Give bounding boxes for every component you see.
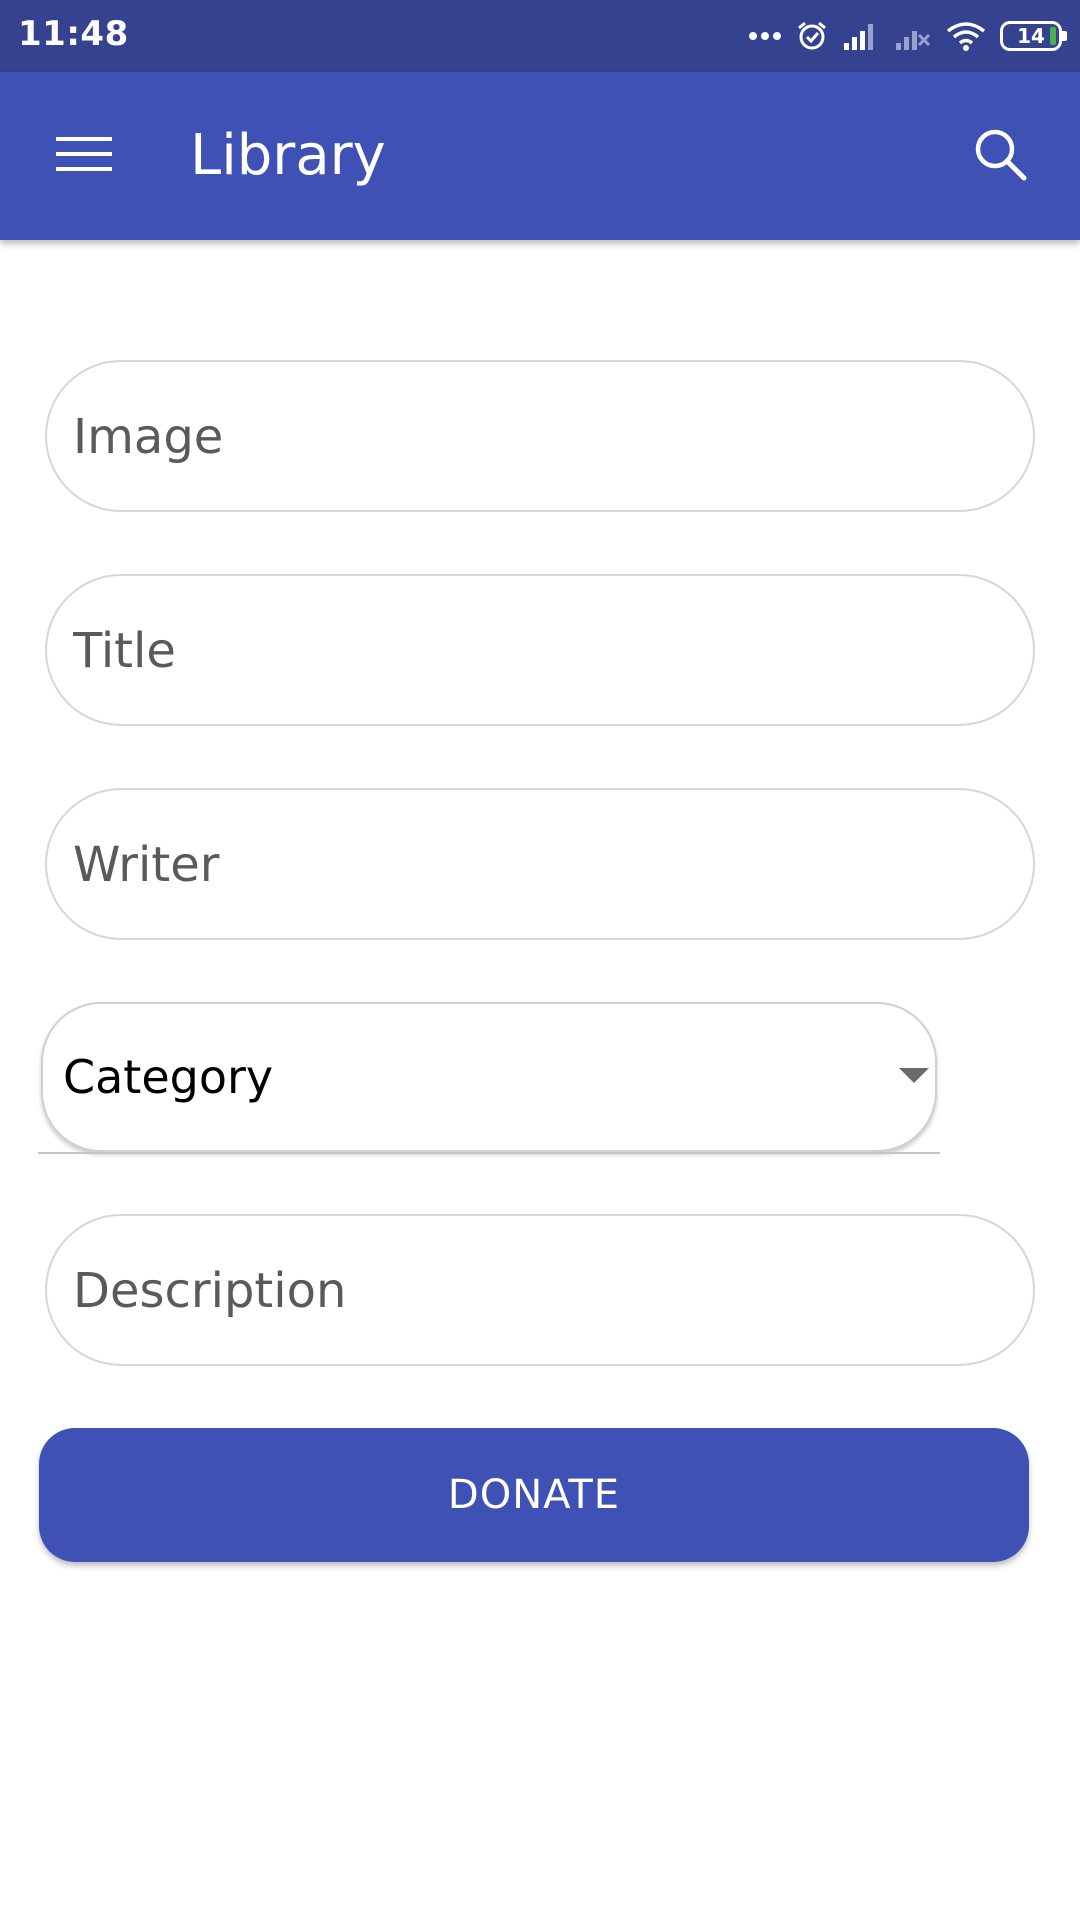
battery-fill — [1050, 27, 1056, 45]
battery-level-text: 14 — [1017, 24, 1045, 48]
writer-field — [45, 788, 1035, 940]
description-field — [45, 1214, 1035, 1366]
image-input[interactable] — [71, 362, 995, 512]
search-icon — [973, 127, 1027, 186]
search-button[interactable] — [960, 116, 1040, 196]
description-input[interactable] — [71, 1216, 995, 1366]
hamburger-menu-button[interactable] — [44, 116, 124, 196]
title-field — [45, 574, 1035, 726]
alarm-icon — [796, 20, 828, 52]
status-time: 11:48 — [18, 14, 129, 54]
app-bar: Library — [0, 72, 1080, 240]
more-dots-icon — [748, 31, 782, 41]
signal-no-service-icon — [894, 21, 932, 51]
category-underline — [38, 1152, 940, 1154]
hamburger-menu-icon — [56, 135, 112, 178]
title-input[interactable] — [71, 576, 995, 726]
wifi-icon — [946, 21, 986, 51]
category-selected-value: Category — [63, 1050, 274, 1104]
donate-button[interactable]: DONATE — [39, 1428, 1029, 1562]
signal-icon — [842, 21, 880, 51]
battery-tip — [1062, 31, 1067, 41]
page-title: Library — [190, 123, 386, 188]
battery-icon: 14 — [1000, 21, 1067, 51]
category-dropdown[interactable]: Category — [41, 1002, 937, 1152]
chevron-down-icon — [899, 1068, 929, 1083]
image-field — [45, 360, 1035, 512]
writer-input[interactable] — [71, 790, 995, 940]
status-bar: 11:48 14 — [0, 0, 1080, 72]
status-icons: 14 — [748, 14, 1067, 58]
